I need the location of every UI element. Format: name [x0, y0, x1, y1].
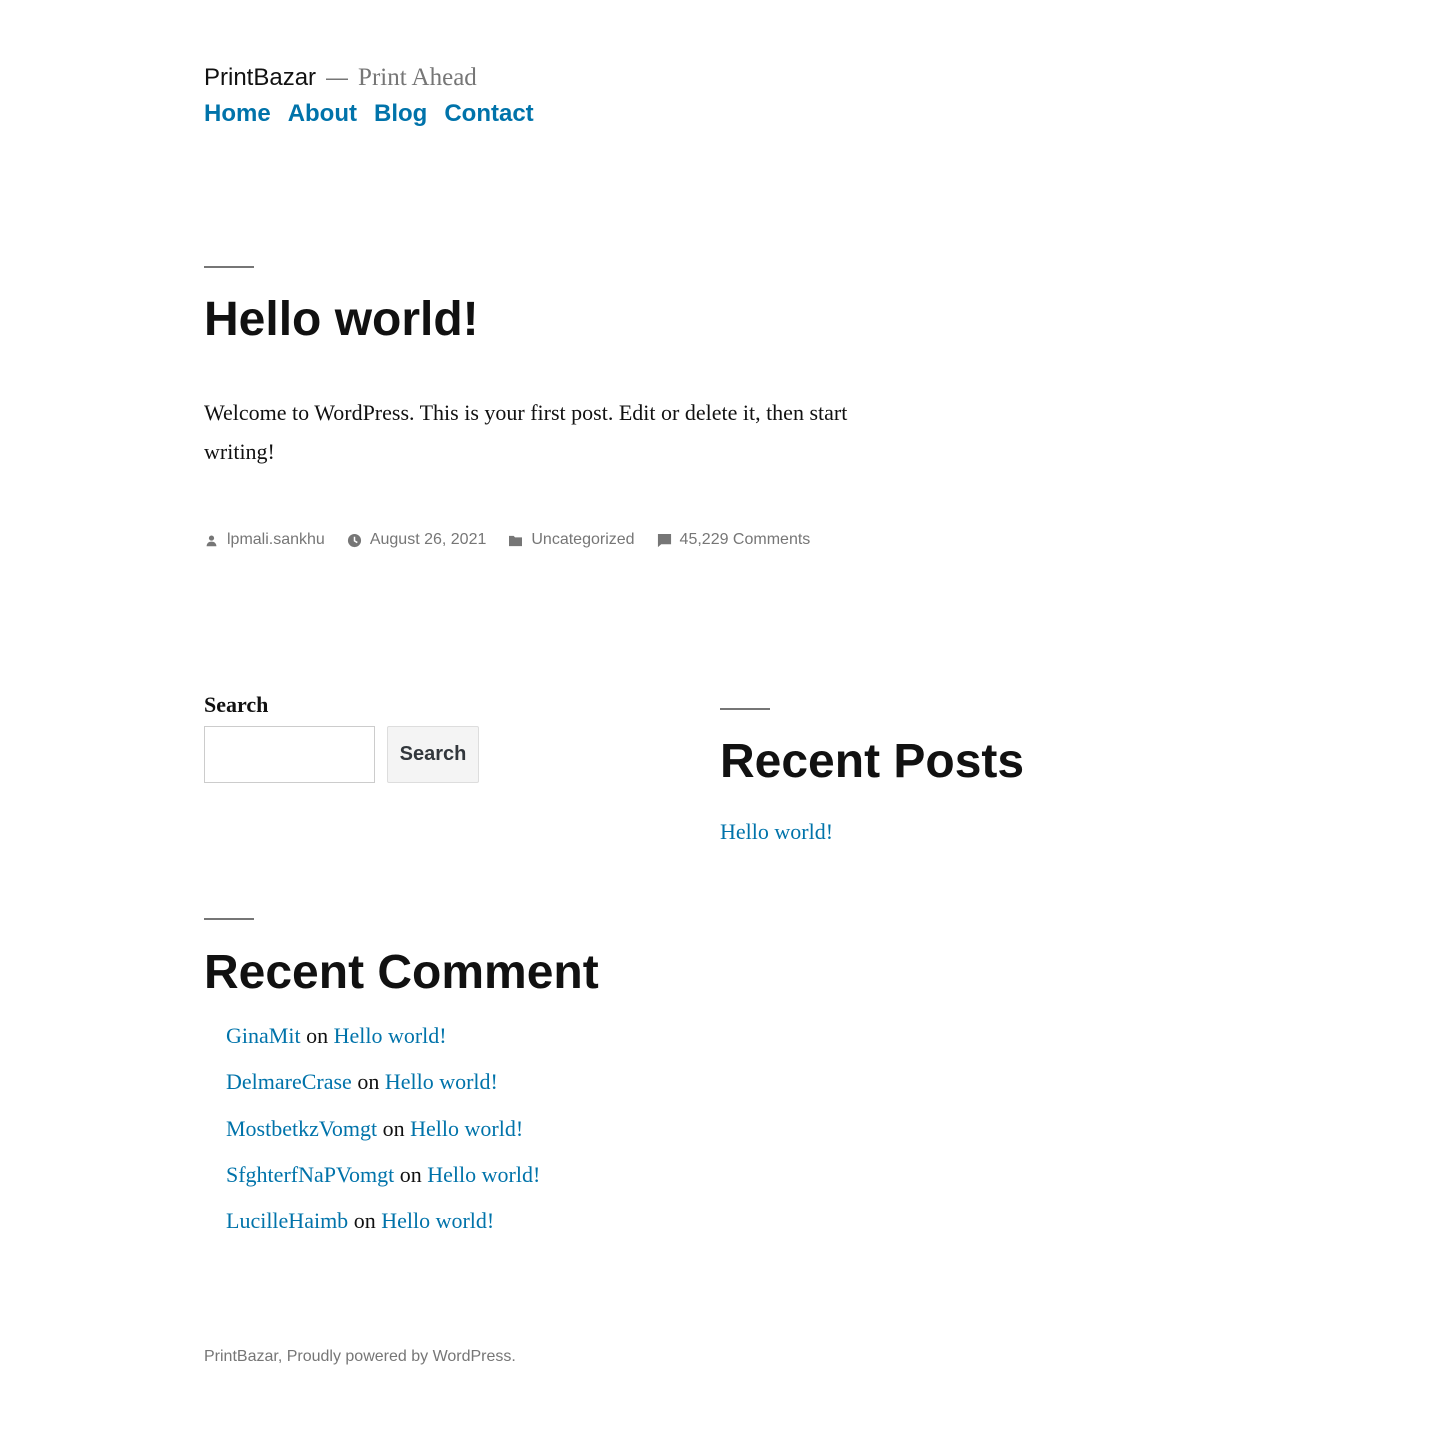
post-category: Uncategorized — [508, 531, 635, 549]
comment-on-text: on — [357, 1069, 380, 1095]
post-content: Welcome to WordPress. This is your first… — [204, 400, 848, 464]
site-footer: PrintBazar, Proudly powered by WordPress… — [204, 1346, 516, 1368]
date-link[interactable]: August 26, 2021 — [370, 531, 487, 549]
post-title-divider — [204, 266, 254, 268]
post-author: lpmali.sankhu — [204, 531, 325, 549]
recent-post-link[interactable]: Hello world! — [720, 817, 833, 847]
search-widget-heading: Search — [204, 692, 269, 717]
post-comments: 45,229 Comments — [657, 531, 811, 549]
post-title[interactable]: Hello world! — [204, 290, 479, 350]
comment-icon — [657, 533, 672, 548]
search-input[interactable] — [204, 726, 375, 783]
comment-on-text: on — [306, 1023, 329, 1048]
nav-item-contact[interactable]: Contact — [444, 100, 533, 128]
recent-comments-title: Recent Comment — [204, 946, 599, 999]
site-branding: PrintBazar — Print Ahead — [204, 64, 477, 98]
recent-comments-divider — [204, 918, 254, 920]
category-link[interactable]: Uncategorized — [531, 531, 634, 549]
list-item: DelmareCrase on Hello world! — [226, 1067, 540, 1113]
comment-post-link[interactable]: Hello world! — [385, 1069, 498, 1094]
comment-post-link[interactable]: Hello world! — [334, 1023, 447, 1048]
comments-link[interactable]: 45,229 Comments — [680, 531, 811, 549]
comment-post-link[interactable]: Hello world! — [410, 1116, 523, 1141]
recent-posts-title: Recent Posts — [720, 735, 1025, 788]
list-item: MostbetkzVomgt on Hello world! — [226, 1114, 540, 1160]
comment-author-link[interactable]: MostbetkzVomgt — [226, 1116, 377, 1141]
comment-on-text: on — [399, 1161, 422, 1187]
list-item: GinaMit on Hello world! — [226, 1021, 540, 1067]
recent-comments-list: GinaMit on Hello world! DelmareCrase on … — [226, 1021, 540, 1252]
folder-icon — [508, 533, 523, 548]
nav-item-blog[interactable]: Blog — [374, 100, 427, 128]
footer-separator: , — [277, 1348, 287, 1365]
post-meta: lpmali.sankhu August 26, 2021 Uncategori… — [204, 528, 832, 552]
footer-site-link[interactable]: PrintBazar — [204, 1348, 278, 1365]
comment-on-text: on — [382, 1115, 405, 1141]
comment-author-link[interactable]: SfghterfNaPVomgt — [226, 1162, 394, 1187]
search-button[interactable]: Search — [387, 726, 479, 783]
person-icon — [204, 533, 219, 548]
nav-item-home[interactable]: Home — [204, 100, 271, 128]
title-separator: — — [326, 65, 349, 90]
list-item: SfghterfNaPVomgt on Hello world! — [226, 1160, 540, 1206]
post-date: August 26, 2021 — [347, 531, 487, 549]
comment-post-link[interactable]: Hello world! — [427, 1162, 540, 1187]
clock-icon — [347, 533, 362, 548]
comment-post-link[interactable]: Hello world! — [381, 1208, 494, 1233]
author-link[interactable]: lpmali.sankhu — [227, 531, 325, 549]
site-title-link[interactable]: PrintBazar — [204, 64, 316, 92]
main-navigation: Home About Blog Contact — [204, 100, 534, 128]
comment-author-link[interactable]: GinaMit — [226, 1023, 301, 1048]
footer-powered-by-link[interactable]: Proudly powered by WordPress. — [287, 1348, 516, 1365]
comment-author-link[interactable]: DelmareCrase — [226, 1069, 352, 1094]
nav-item-about[interactable]: About — [288, 100, 357, 128]
recent-posts-divider — [720, 708, 770, 710]
comment-on-text: on — [353, 1208, 376, 1233]
comment-author-link[interactable]: LucilleHaimb — [226, 1208, 348, 1233]
site-tagline: Print Ahead — [358, 64, 477, 91]
list-item: LucilleHaimb on Hello world! — [226, 1206, 540, 1252]
